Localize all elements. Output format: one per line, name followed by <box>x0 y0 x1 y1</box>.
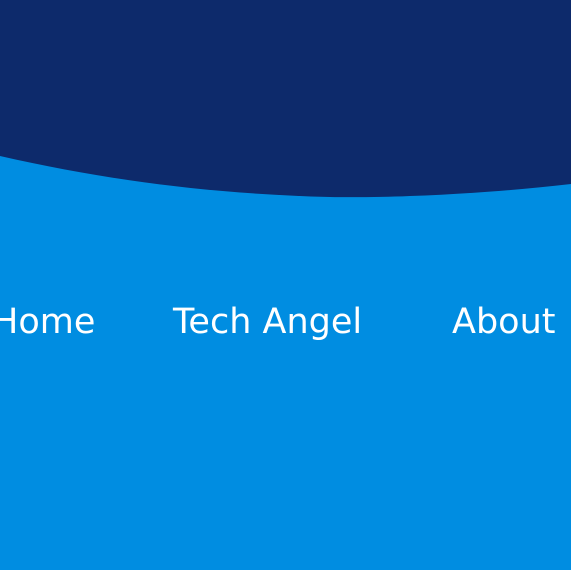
header-wave-fill <box>0 0 571 198</box>
nav-link-about[interactable]: About <box>452 300 555 344</box>
page: Home Tech Angel About <box>0 0 571 570</box>
main-navigation: Home Tech Angel About <box>0 300 571 344</box>
nav-link-home[interactable]: Home <box>0 300 95 344</box>
header-wave-shape <box>0 0 571 198</box>
nav-link-tech-angel[interactable]: Tech Angel <box>173 300 362 344</box>
